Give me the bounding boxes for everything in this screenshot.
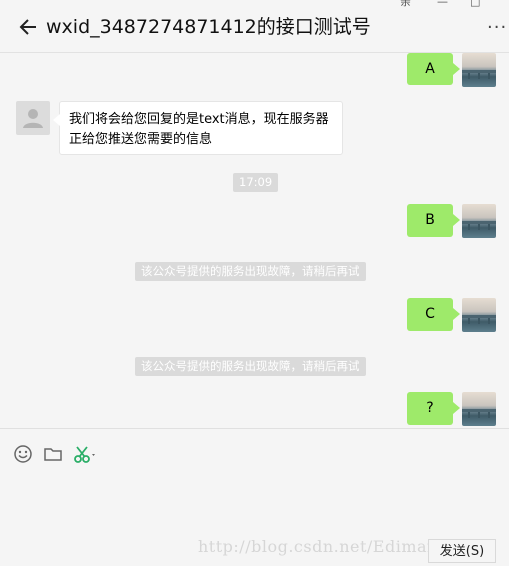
emoji-icon [14, 445, 32, 463]
watermark-text: http://blog.csdn.net/Edimar_03 [198, 537, 466, 556]
maximize-button[interactable]: □ [470, 0, 480, 8]
user-avatar[interactable] [462, 298, 496, 332]
back-button[interactable] [16, 14, 42, 40]
more-options-button[interactable]: ··· [487, 19, 509, 37]
title-bar: wxid_3487274871412的接口测试号 亲 — □ ··· [0, 0, 509, 53]
message-bubble-sent[interactable]: A [407, 53, 460, 85]
system-notice: 该公众号提供的服务出现故障，请稍后再试 [135, 357, 366, 376]
default-avatar-icon [23, 109, 43, 128]
input-area[interactable]: http://blog.csdn.net/Edimar_03 发送(S) [0, 428, 509, 566]
chat-history[interactable]: A 我们将会给您回复的是text消息，现在服务器正给您推送您需要的信息 17:0… [0, 53, 509, 427]
message-bubble-sent[interactable]: B [407, 204, 460, 237]
send-button[interactable]: 发送(S) [428, 539, 496, 563]
user-avatar[interactable] [462, 392, 496, 426]
file-button[interactable] [42, 443, 64, 465]
message-bubble-sent[interactable]: C [407, 298, 460, 331]
folder-icon [44, 448, 62, 461]
minimize-button[interactable]: — [437, 0, 448, 8]
message-bubble-received[interactable]: 我们将会给您回复的是text消息，现在服务器正给您推送您需要的信息 [53, 101, 343, 155]
message-bubble-sent[interactable]: ? [407, 392, 460, 425]
user-avatar[interactable] [462, 53, 496, 87]
pin-button[interactable]: 亲 [400, 0, 411, 8]
emoji-button[interactable] [12, 443, 34, 465]
chat-title: wxid_3487274871412的接口测试号 [46, 16, 371, 38]
screenshot-button[interactable] [72, 443, 100, 465]
user-avatar[interactable] [462, 204, 496, 238]
bot-avatar[interactable] [16, 101, 50, 135]
system-notice: 该公众号提供的服务出现故障，请稍后再试 [135, 262, 366, 281]
timestamp-badge: 17:09 [233, 173, 279, 192]
back-arrow-icon [19, 19, 36, 35]
scissors-icon [74, 446, 95, 463]
